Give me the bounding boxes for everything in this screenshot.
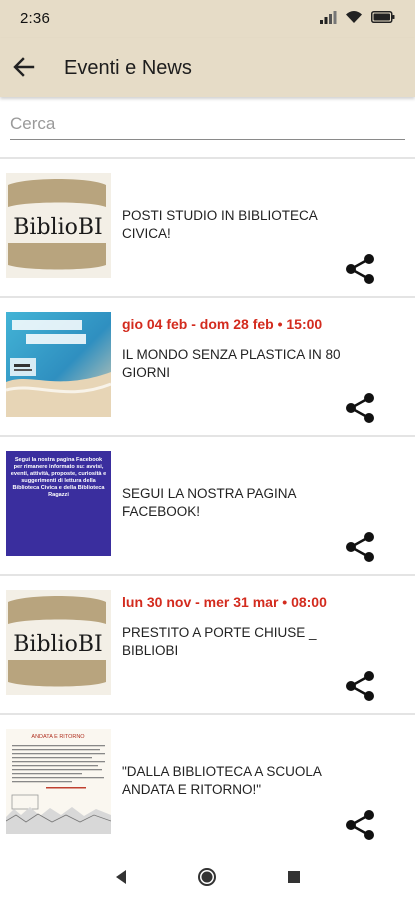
- facebook-poster-text: Segui la nostra pagina Facebook per rima…: [10, 457, 107, 498]
- back-arrow-icon: [13, 57, 35, 77]
- search-field[interactable]: [10, 110, 405, 140]
- nav-home-button[interactable]: [196, 866, 218, 888]
- list-item[interactable]: gio 04 feb - dom 28 feb • 15:00 IL MONDO…: [0, 298, 415, 437]
- andata-ritorno-poster-title: ANDATA E RITORNO: [31, 734, 85, 740]
- facebook-poster-thumbnail: Segui la nostra pagina Facebook per rima…: [6, 451, 111, 556]
- item-title: POSTI STUDIO IN BIBLIOTECA CIVICA!: [122, 208, 318, 241]
- list-item[interactable]: ANDATA E RITORNO "DALLA BIBLIOTECA A SCU…: [0, 715, 415, 854]
- search-input[interactable]: [10, 110, 405, 138]
- share-icon: [346, 671, 374, 701]
- bibliobi-logo-thumbnail: BiblioBI: [6, 590, 111, 695]
- recents-square-icon: [288, 871, 300, 883]
- nav-back-button[interactable]: [110, 866, 132, 888]
- share-icon: [346, 532, 374, 562]
- share-button[interactable]: [340, 666, 380, 706]
- item-title: "DALLA BIBLIOTECA A SCUOLA ANDATA E RITO…: [122, 764, 322, 797]
- status-icons: [319, 10, 395, 29]
- back-triangle-icon: [116, 870, 126, 884]
- status-bar: 2:36: [0, 0, 415, 38]
- item-date: lun 30 nov - mer 31 mar • 08:00: [122, 594, 327, 610]
- list-item[interactable]: Segui la nostra pagina Facebook per rima…: [0, 437, 415, 576]
- list-item[interactable]: BiblioBI lun 30 nov - mer 31 mar • 08:00…: [0, 576, 415, 715]
- status-time: 2:36: [20, 10, 50, 27]
- list-item[interactable]: BiblioBI POSTI STUDIO IN BIBLIOTECA CIVI…: [0, 159, 415, 298]
- andata-ritorno-poster-thumbnail: ANDATA E RITORNO: [6, 729, 111, 834]
- signal-icon: [319, 10, 337, 29]
- bibliobi-logo-thumbnail: BiblioBI: [6, 173, 111, 278]
- share-button[interactable]: [340, 388, 380, 428]
- nav-recents-button[interactable]: [283, 866, 305, 888]
- bibliobi-logo-text: BiblioBI: [13, 632, 102, 657]
- back-button[interactable]: [8, 51, 40, 83]
- wifi-icon: [345, 10, 363, 29]
- share-icon: [346, 254, 374, 284]
- battery-icon: [371, 10, 395, 28]
- item-date: gio 04 feb - dom 28 feb • 15:00: [122, 316, 323, 332]
- share-button[interactable]: [340, 805, 380, 845]
- share-icon: [346, 810, 374, 840]
- plastica-poster-thumbnail: [6, 312, 111, 417]
- item-title: SEGUI LA NOSTRA PAGINA FACEBOOK!: [122, 486, 296, 519]
- share-icon: [346, 393, 374, 423]
- bibliobi-logo-text: BiblioBI: [13, 215, 102, 240]
- share-button[interactable]: [340, 249, 380, 289]
- system-nav-bar: [0, 852, 415, 900]
- page-title: Eventi e News: [64, 57, 192, 79]
- app-bar: Eventi e News: [0, 38, 415, 97]
- item-title: IL MONDO SENZA PLASTICA IN 80 GIORNI: [122, 347, 341, 380]
- home-circle-icon: [198, 868, 216, 886]
- item-title: PRESTITO A PORTE CHIUSE _ BIBLIOBI: [122, 625, 317, 658]
- share-button[interactable]: [340, 527, 380, 567]
- news-list: BiblioBI POSTI STUDIO IN BIBLIOTECA CIVI…: [0, 159, 415, 854]
